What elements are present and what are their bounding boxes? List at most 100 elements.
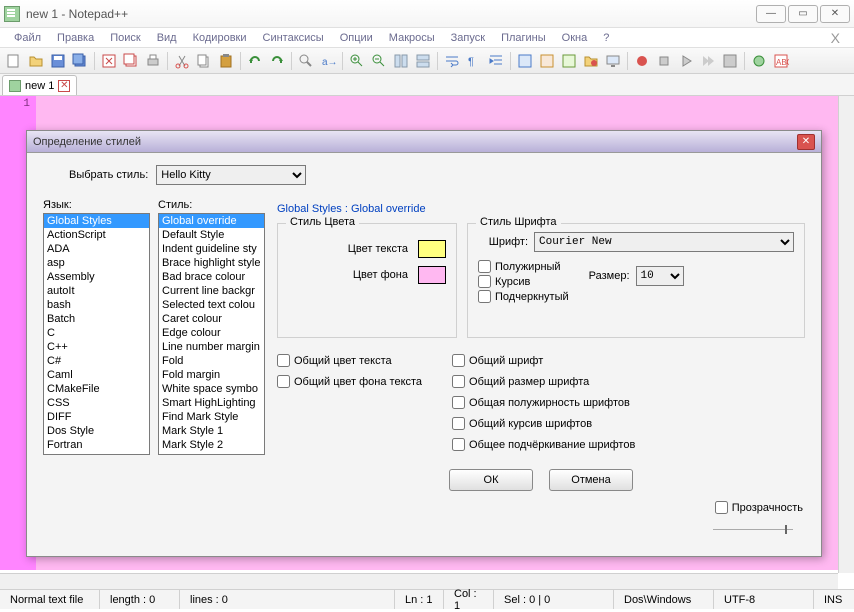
menu-encoding[interactable]: Кодировки	[187, 30, 253, 46]
language-item[interactable]: autoIt	[44, 284, 149, 298]
menu-file[interactable]: Файл	[8, 30, 47, 46]
replace-icon[interactable]: a→	[318, 51, 338, 71]
save-icon[interactable]	[48, 51, 68, 71]
new-file-icon[interactable]	[4, 51, 24, 71]
menu-search[interactable]: Поиск	[104, 30, 146, 46]
style-item[interactable]: Mark Style 2	[159, 438, 264, 452]
underline-checkbox[interactable]	[478, 290, 491, 303]
style-item[interactable]: Brace highlight style	[159, 256, 264, 270]
menu-view[interactable]: Вид	[151, 30, 183, 46]
maximize-button[interactable]: ▭	[788, 5, 818, 23]
style-item[interactable]: Smart HighLighting	[159, 396, 264, 410]
minimize-button[interactable]: —	[756, 5, 786, 23]
font-size-select[interactable]: 10	[636, 266, 684, 286]
language-item[interactable]: Fortran (fixed	[44, 452, 149, 455]
style-item[interactable]: Selected text colou	[159, 298, 264, 312]
vertical-scrollbar[interactable]	[838, 96, 854, 573]
find-icon[interactable]	[296, 51, 316, 71]
style-item[interactable]: Current line backgr	[159, 284, 264, 298]
cancel-button[interactable]: Отмена	[549, 469, 633, 491]
global-size-checkbox[interactable]	[452, 375, 465, 388]
transparency-slider[interactable]	[713, 529, 793, 530]
style-listbox[interactable]: Global overrideDefault StyleIndent guide…	[158, 213, 265, 455]
style-item[interactable]: Edge colour	[159, 326, 264, 340]
background-swatch[interactable]	[418, 266, 446, 284]
sync-h-icon[interactable]	[413, 51, 433, 71]
global-italic-checkbox[interactable]	[452, 417, 465, 430]
language-item[interactable]: bash	[44, 298, 149, 312]
cut-icon[interactable]	[172, 51, 192, 71]
transparency-checkbox[interactable]	[715, 501, 728, 514]
theme-select[interactable]: Hello Kitty	[156, 165, 306, 185]
close-all-icon[interactable]	[121, 51, 141, 71]
language-item[interactable]: ADA	[44, 242, 149, 256]
style-item[interactable]: Find Mark Style	[159, 410, 264, 424]
wordwrap-icon[interactable]	[442, 51, 462, 71]
global-bg-checkbox[interactable]	[277, 375, 290, 388]
style-item[interactable]: White space symbo	[159, 382, 264, 396]
save-all-icon[interactable]	[70, 51, 90, 71]
indent-icon[interactable]	[486, 51, 506, 71]
style-item[interactable]: Fold margin	[159, 368, 264, 382]
menu-window[interactable]: Окна	[556, 30, 594, 46]
menu-help[interactable]: ?	[597, 30, 615, 46]
language-item[interactable]: C	[44, 326, 149, 340]
language-listbox[interactable]: Global StylesActionScriptADAaspAssemblya…	[43, 213, 150, 455]
style-item[interactable]: Caret colour	[159, 312, 264, 326]
misc1-icon[interactable]	[749, 51, 769, 71]
zoom-out-icon[interactable]	[369, 51, 389, 71]
monitor-icon[interactable]	[603, 51, 623, 71]
global-fg-checkbox[interactable]	[277, 354, 290, 367]
user-lang-icon[interactable]	[515, 51, 535, 71]
style-item[interactable]: Mark Style 3	[159, 452, 264, 455]
redo-icon[interactable]	[267, 51, 287, 71]
tab-new1[interactable]: new 1 ✕	[2, 75, 77, 95]
func-list-icon[interactable]	[559, 51, 579, 71]
language-item[interactable]: CMakeFile	[44, 382, 149, 396]
style-item[interactable]: Default Style	[159, 228, 264, 242]
folder-icon[interactable]	[581, 51, 601, 71]
save-macro-icon[interactable]	[720, 51, 740, 71]
style-item[interactable]: Bad brace colour	[159, 270, 264, 284]
style-item[interactable]: Mark Style 1	[159, 424, 264, 438]
menu-language[interactable]: Синтаксисы	[257, 30, 330, 46]
language-item[interactable]: asp	[44, 256, 149, 270]
global-underline-checkbox[interactable]	[452, 438, 465, 451]
style-item[interactable]: Indent guideline sty	[159, 242, 264, 256]
record-icon[interactable]	[632, 51, 652, 71]
italic-checkbox[interactable]	[478, 275, 491, 288]
menu-edit[interactable]: Правка	[51, 30, 100, 46]
paste-icon[interactable]	[216, 51, 236, 71]
copy-icon[interactable]	[194, 51, 214, 71]
sync-v-icon[interactable]	[391, 51, 411, 71]
dialog-close-button[interactable]: ✕	[797, 134, 815, 150]
print-icon[interactable]	[143, 51, 163, 71]
language-item[interactable]: ActionScript	[44, 228, 149, 242]
foreground-swatch[interactable]	[418, 240, 446, 258]
language-item[interactable]: Global Styles	[44, 214, 149, 228]
language-item[interactable]: Batch	[44, 312, 149, 326]
language-item[interactable]: Fortran	[44, 438, 149, 452]
undo-icon[interactable]	[245, 51, 265, 71]
zoom-in-icon[interactable]	[347, 51, 367, 71]
play-icon[interactable]	[676, 51, 696, 71]
stop-icon[interactable]	[654, 51, 674, 71]
language-item[interactable]: C#	[44, 354, 149, 368]
language-item[interactable]: Assembly	[44, 270, 149, 284]
language-item[interactable]: Caml	[44, 368, 149, 382]
bold-checkbox[interactable]	[478, 260, 491, 273]
language-item[interactable]: C++	[44, 340, 149, 354]
ok-button[interactable]: ОК	[449, 469, 533, 491]
menu-plugins[interactable]: Плагины	[495, 30, 552, 46]
style-item[interactable]: Fold	[159, 354, 264, 368]
menu-settings[interactable]: Опции	[334, 30, 379, 46]
close-file-icon[interactable]	[99, 51, 119, 71]
style-item[interactable]: Global override	[159, 214, 264, 228]
open-file-icon[interactable]	[26, 51, 46, 71]
play-multi-icon[interactable]	[698, 51, 718, 71]
font-name-select[interactable]: Courier New	[534, 232, 794, 252]
menubar-close-icon[interactable]: X	[825, 30, 846, 46]
tab-close-icon[interactable]: ✕	[58, 80, 70, 92]
menu-run[interactable]: Запуск	[445, 30, 491, 46]
language-item[interactable]: DIFF	[44, 410, 149, 424]
